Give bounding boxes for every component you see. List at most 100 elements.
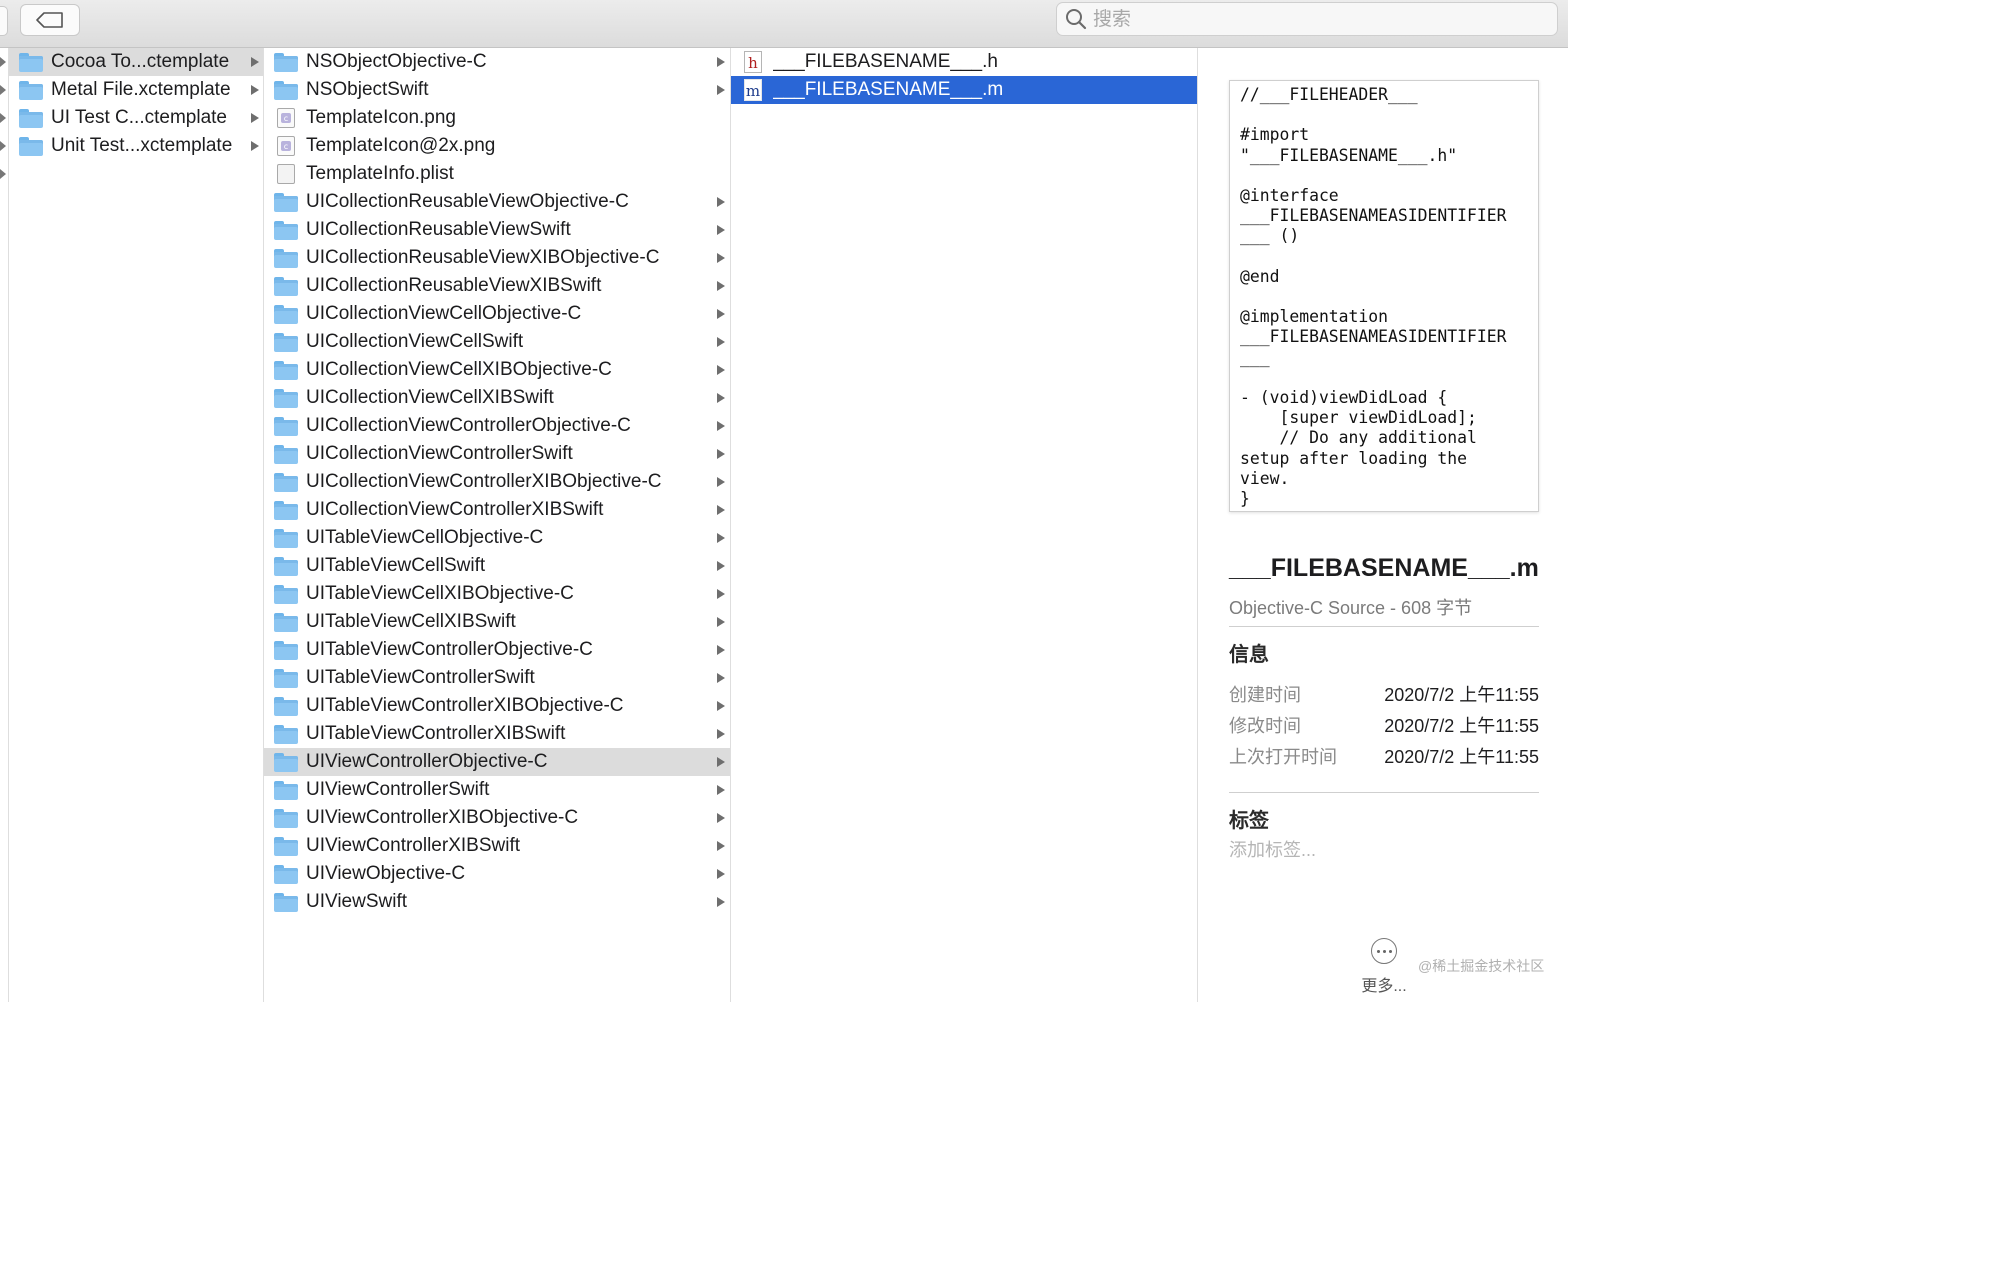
tag-button[interactable]	[20, 4, 80, 36]
info-value: 2020/7/2 上午11:55	[1384, 747, 1539, 767]
folder-icon	[274, 52, 298, 72]
file-name-title: ___FILEBASENAME___.m	[1229, 554, 1539, 582]
folder-icon	[274, 808, 298, 828]
folder-icon	[274, 360, 298, 380]
search-field[interactable]	[1056, 2, 1558, 36]
template-content-item[interactable]: UICollectionViewCellXIBSwift	[264, 384, 730, 412]
chevron-right-icon	[717, 253, 725, 263]
disclosure-arrow-icon	[0, 141, 6, 151]
template-content-item-label: UIViewSwift	[306, 891, 408, 912]
template-content-item[interactable]: UITableViewControllerSwift	[264, 664, 730, 692]
template-content-item[interactable]: UITableViewCellSwift	[264, 552, 730, 580]
disclosure-arrow-icon	[0, 113, 6, 123]
template-content-item-label: UICollectionReusableViewSwift	[306, 219, 571, 240]
template-content-item[interactable]: UITableViewCellXIBSwift	[264, 608, 730, 636]
chevron-right-icon	[717, 869, 725, 879]
template-item[interactable]: Metal File.xctemplate	[9, 76, 263, 104]
folder-icon	[274, 444, 298, 464]
template-content-item[interactable]: UICollectionReusableViewXIBObjective-C	[264, 244, 730, 272]
divider	[1229, 792, 1539, 793]
toolbar	[0, 0, 1568, 48]
chevron-right-icon	[717, 337, 725, 347]
template-content-item[interactable]: c TemplateIcon@2x.png	[264, 132, 730, 160]
disclosure-arrow-icon	[0, 85, 6, 95]
template-content-item[interactable]: TemplateInfo.plist	[264, 160, 730, 188]
template-content-item[interactable]: UICollectionViewCellSwift	[264, 328, 730, 356]
info-row-modified: 修改时间 2020/7/2 上午11:55	[1229, 712, 1539, 738]
template-item-label: Unit Test...xctemplate	[51, 135, 233, 156]
template-content-item-label: UIViewControllerObjective-C	[306, 751, 548, 772]
folder-icon	[19, 108, 43, 128]
folder-icon	[274, 248, 298, 268]
folder-icon	[274, 304, 298, 324]
info-row-created: 创建时间 2020/7/2 上午11:55	[1229, 681, 1539, 707]
search-input[interactable]	[1093, 8, 1533, 30]
code-preview[interactable]: //___FILEHEADER___ #import "___FILEBASEN…	[1229, 80, 1539, 512]
template-content-item[interactable]: UIViewControllerSwift	[264, 776, 730, 804]
template-content-item-label: UICollectionReusableViewXIBSwift	[306, 275, 602, 296]
template-content-item[interactable]: UICollectionReusableViewXIBSwift	[264, 272, 730, 300]
template-content-item[interactable]: UICollectionViewControllerXIBSwift	[264, 496, 730, 524]
template-content-item[interactable]: UIViewObjective-C	[264, 860, 730, 888]
chevron-right-icon	[717, 729, 725, 739]
template-item[interactable]: Cocoa To...ctemplate	[9, 48, 263, 76]
template-content-item[interactable]: UICollectionViewControllerXIBObjective-C	[264, 468, 730, 496]
template-content-item[interactable]: c TemplateIcon.png	[264, 104, 730, 132]
template-content-item[interactable]: UITableViewCellXIBObjective-C	[264, 580, 730, 608]
template-content-item[interactable]: UIViewControllerObjective-C	[264, 748, 730, 776]
folder-icon	[19, 80, 43, 100]
template-content-item[interactable]: UICollectionViewCellXIBObjective-C	[264, 356, 730, 384]
column-parent-sliver	[0, 48, 9, 1002]
file-list: h ___FILEBASENAME___.hm ___FILEBASENAME___…	[731, 48, 1197, 104]
template-content-item-label: UITableViewCellXIBObjective-C	[306, 583, 574, 604]
template-content-item-label: TemplateIcon.png	[306, 107, 456, 128]
template-content-item-label: UIViewControllerSwift	[306, 779, 490, 800]
info-key: 修改时间	[1229, 716, 1301, 736]
template-content-item-label: TemplateInfo.plist	[306, 163, 454, 184]
template-content-item[interactable]: UICollectionReusableViewObjective-C	[264, 188, 730, 216]
chevron-right-icon	[717, 701, 725, 711]
folder-icon	[274, 836, 298, 856]
column-files: h ___FILEBASENAME___.hm ___FILEBASENAME___…	[731, 48, 1198, 1002]
watermark: @稀土掘金技术社区	[1418, 958, 1545, 974]
template-content-item[interactable]: UICollectionViewControllerSwift	[264, 440, 730, 468]
column-template-contents: NSObjectObjective-C NSObjectSwift c Templat…	[264, 48, 731, 1002]
template-content-item-label: UITableViewCellSwift	[306, 555, 486, 576]
template-content-item[interactable]: UIViewControllerXIBObjective-C	[264, 804, 730, 832]
template-content-item-label: UICollectionViewControllerSwift	[306, 443, 573, 464]
file-item[interactable]: h ___FILEBASENAME___.h	[731, 48, 1197, 76]
info-row-last-opened: 上次打开时间 2020/7/2 上午11:55	[1229, 743, 1539, 769]
template-item[interactable]: UI Test C...ctemplate	[9, 104, 263, 132]
template-content-item[interactable]: UICollectionReusableViewSwift	[264, 216, 730, 244]
chevron-right-icon	[251, 57, 259, 67]
template-content-item[interactable]: UITableViewControllerObjective-C	[264, 636, 730, 664]
file-item-label: ___FILEBASENAME___.m	[773, 79, 1004, 100]
template-content-item-label: UIViewControllerXIBSwift	[306, 835, 521, 856]
more-button[interactable]: 更多...	[1354, 938, 1414, 996]
template-item-label: Cocoa To...ctemplate	[51, 51, 230, 72]
template-content-item[interactable]: UICollectionViewControllerObjective-C	[264, 412, 730, 440]
add-tags-input[interactable]	[1229, 840, 1429, 861]
window-edge-button[interactable]	[0, 6, 8, 36]
info-key: 创建时间	[1229, 685, 1301, 705]
objc-file-icon: m	[741, 79, 765, 101]
template-content-item[interactable]: UITableViewControllerXIBSwift	[264, 720, 730, 748]
template-content-item[interactable]: UICollectionViewCellObjective-C	[264, 300, 730, 328]
chevron-right-icon	[251, 113, 259, 123]
template-content-item[interactable]: UIViewSwift	[264, 888, 730, 916]
folder-icon	[19, 52, 43, 72]
template-content-item[interactable]: UITableViewControllerXIBObjective-C	[264, 692, 730, 720]
file-item[interactable]: m ___FILEBASENAME___.m	[731, 76, 1197, 104]
chevron-right-icon	[717, 505, 725, 515]
folder-icon	[274, 416, 298, 436]
template-content-item-label: UITableViewControllerXIBSwift	[306, 723, 566, 744]
template-content-item-label: UICollectionViewCellSwift	[306, 331, 524, 352]
template-item[interactable]: Unit Test...xctemplate	[9, 132, 263, 160]
template-content-item-label: NSObjectObjective-C	[306, 51, 487, 72]
template-content-item[interactable]: NSObjectObjective-C	[264, 48, 730, 76]
template-content-item[interactable]: UIViewControllerXIBSwift	[264, 832, 730, 860]
template-content-item[interactable]: UITableViewCellObjective-C	[264, 524, 730, 552]
template-content-item[interactable]: NSObjectSwift	[264, 76, 730, 104]
more-label: 更多...	[1361, 978, 1407, 995]
column-templates: Cocoa To...ctemplate Metal File.xctemplat…	[9, 48, 264, 1002]
